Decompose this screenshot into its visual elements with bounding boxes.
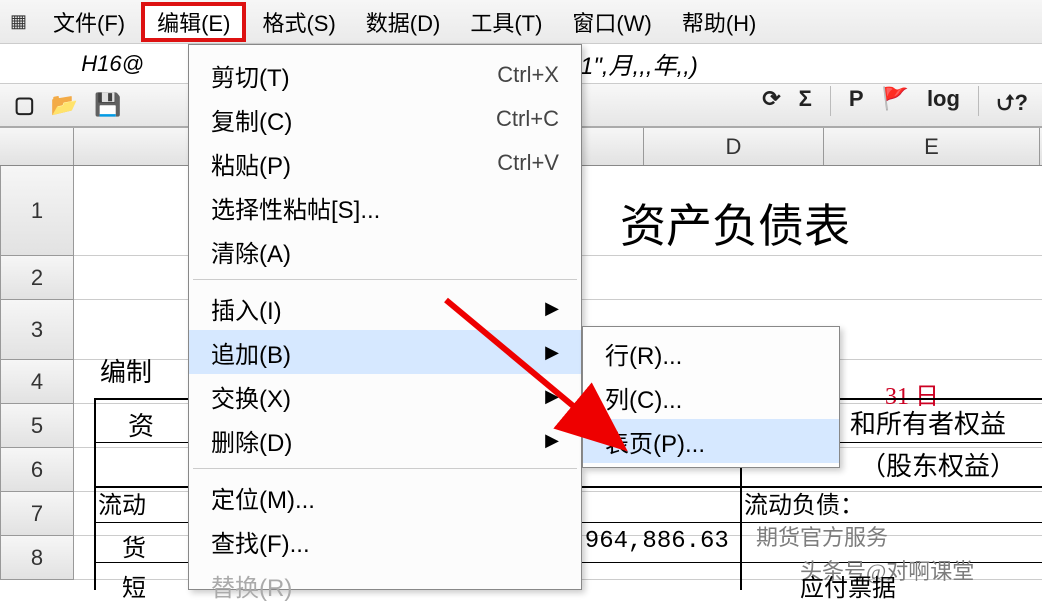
log-button[interactable]: log [927, 86, 960, 124]
menu-replace: 替换(R) [189, 563, 581, 607]
menu-copy[interactable]: 复制(C) Ctrl+C [189, 97, 581, 141]
menu-append[interactable]: 追加(B) ▶ [189, 330, 581, 374]
menu-paste[interactable]: 粘贴(P) Ctrl+V [189, 141, 581, 185]
submenu-column[interactable]: 列(C)... [583, 375, 839, 419]
menu-delete[interactable]: 删除(D) ▶ [189, 418, 581, 462]
menu-format[interactable]: 格式(S) [248, 2, 349, 42]
label-owners-sub: （股东权益） [860, 446, 1016, 483]
label-r8-right: 应付票据 [800, 568, 896, 603]
flag-icon[interactable]: 🚩 [882, 86, 909, 124]
menu-insert[interactable]: 插入(I) ▶ [189, 286, 581, 330]
menu-file[interactable]: 文件(F) [39, 2, 139, 42]
sigma-icon[interactable]: Σ [799, 86, 812, 124]
app-icon: ▦ [10, 11, 27, 32]
sheet-title: 资产负债表 [620, 190, 850, 256]
p-button[interactable]: P [849, 86, 864, 124]
label-assets-head: 资 [128, 406, 154, 443]
menu-tools[interactable]: 工具(T) [456, 2, 556, 42]
chevron-right-icon: ▶ [545, 298, 559, 319]
menu-clear[interactable]: 清除(A) [189, 229, 581, 273]
row-head-1[interactable]: 1 [0, 166, 74, 256]
append-submenu: 行(R)... 列(C)... 表页(P)... [582, 326, 840, 468]
divider [978, 86, 979, 116]
refresh-icon[interactable]: ⟳ [762, 86, 780, 124]
new-icon[interactable]: ▢ [14, 92, 35, 118]
menu-swap[interactable]: 交换(X) ▶ [189, 374, 581, 418]
row-head-2[interactable]: 2 [0, 256, 74, 300]
menu-goto[interactable]: 定位(M)... [189, 475, 581, 519]
label-current-liab: 流动负债： [744, 485, 864, 520]
menubar: ▦ 文件(F) 编辑(E) 格式(S) 数据(D) 工具(T) 窗口(W) 帮助… [0, 0, 1042, 44]
col-e[interactable]: E [824, 128, 1040, 165]
submenu-sheet[interactable]: 表页(P)... [583, 419, 839, 463]
menu-find[interactable]: 查找(F)... [189, 519, 581, 563]
label-cash: 货 [122, 528, 146, 563]
menu-edit[interactable]: 编辑(E) [141, 2, 246, 42]
row-head-3[interactable]: 3 [0, 300, 74, 360]
label-r8-left: 短 [122, 568, 146, 603]
row-head-7[interactable]: 7 [0, 492, 74, 536]
label-compiler: 编制 [100, 352, 152, 389]
separator [193, 279, 577, 280]
menu-data[interactable]: 数据(D) [352, 2, 455, 42]
save-icon[interactable]: 💾 [94, 92, 121, 118]
col-c[interactable] [574, 128, 644, 165]
vr [94, 398, 96, 590]
formula-tail: 1",月,,,年,,) [580, 46, 698, 81]
row-head-8[interactable]: 8 [0, 536, 74, 580]
pointer-help-icon[interactable]: ⮍? [997, 86, 1028, 124]
chevron-right-icon: ▶ [545, 342, 559, 363]
select-all-corner[interactable] [0, 128, 74, 165]
separator [193, 468, 577, 469]
row-head-4[interactable]: 4 [0, 360, 74, 404]
open-icon[interactable]: 📂 [51, 92, 78, 118]
row-head-6[interactable]: 6 [0, 448, 74, 492]
menu-help[interactable]: 帮助(H) [668, 2, 771, 42]
chevron-right-icon: ▶ [545, 386, 559, 407]
divider [830, 86, 831, 116]
label-current-assets: 流动 [98, 485, 146, 520]
col-d[interactable]: D [644, 128, 824, 165]
menu-window[interactable]: 窗口(W) [558, 2, 665, 42]
watermark: 期货官方服务 [756, 520, 888, 552]
menu-cut[interactable]: 剪切(T) Ctrl+X [189, 53, 581, 97]
edit-menu-dropdown: 剪切(T) Ctrl+X 复制(C) Ctrl+C 粘贴(P) Ctrl+V 选… [188, 44, 582, 590]
chevron-right-icon: ▶ [545, 430, 559, 451]
row-head-5[interactable]: 5 [0, 404, 74, 448]
submenu-row[interactable]: 行(R)... [583, 331, 839, 375]
menu-paste-special[interactable]: 选择性粘帖[S]... [189, 185, 581, 229]
name-box[interactable]: H16@ [0, 51, 160, 77]
label-owners-head: 和所有者权益 [850, 404, 1006, 441]
